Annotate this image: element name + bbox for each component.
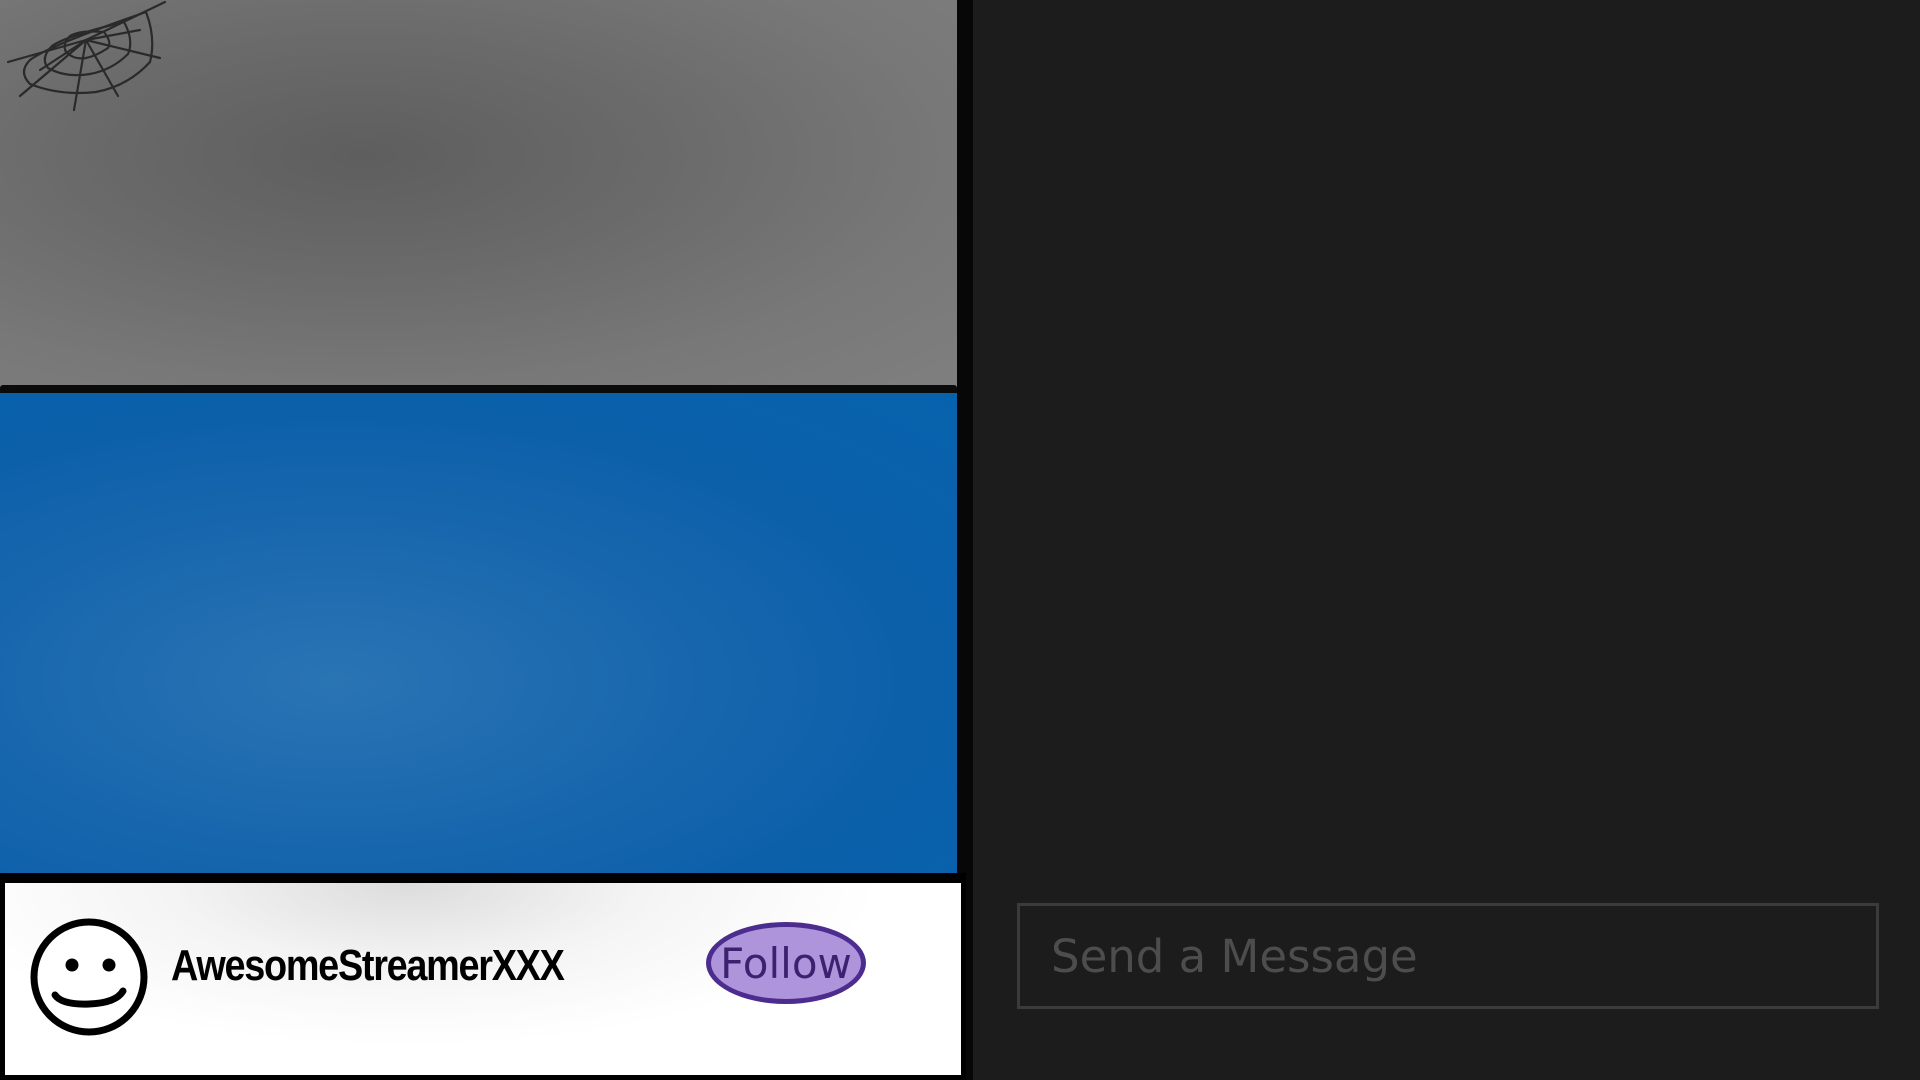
streamer-name[interactable]: AwesomeStreamerXXX bbox=[171, 941, 565, 991]
chat-message-input[interactable] bbox=[1017, 903, 1879, 1009]
stream-page: AwesomeStreamerXXX Follow bbox=[0, 0, 1920, 1080]
follow-button[interactable]: Follow bbox=[706, 922, 866, 1004]
channel-info-bar: AwesomeStreamerXXX Follow bbox=[0, 873, 966, 1080]
stream-video[interactable] bbox=[0, 0, 957, 873]
cobweb-icon bbox=[6, 0, 167, 112]
smiley-face-icon[interactable] bbox=[29, 917, 149, 1037]
chat-messages-area[interactable] bbox=[973, 0, 1920, 880]
channel-card: AwesomeStreamerXXX Follow bbox=[5, 883, 961, 1075]
chat-panel bbox=[973, 0, 1920, 1080]
video-water bbox=[0, 393, 957, 873]
